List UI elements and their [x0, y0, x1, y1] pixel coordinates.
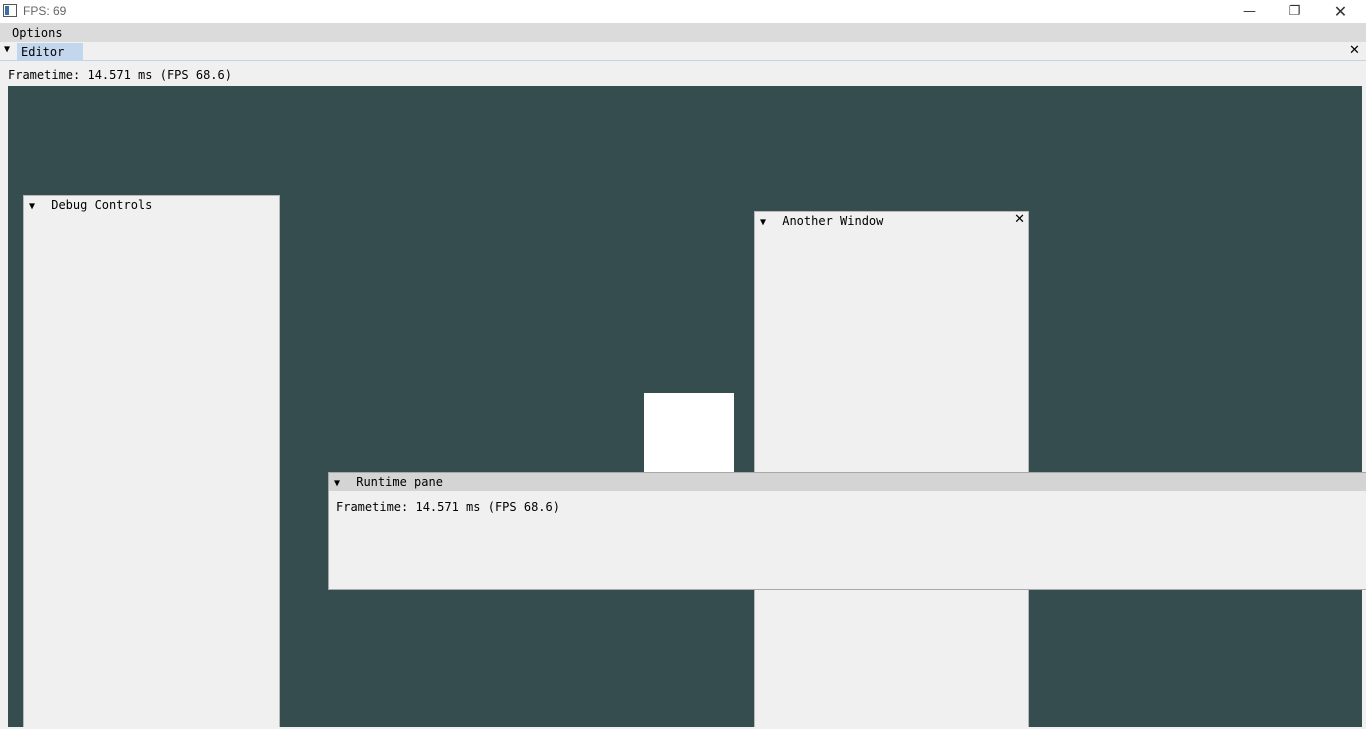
- frametime-readout: Frametime: 14.571 ms (FPS 68.6): [8, 68, 232, 82]
- debug-controls-titlebar[interactable]: ▼ Debug Controls: [24, 196, 279, 214]
- debug-controls-title: Debug Controls: [51, 198, 153, 212]
- tab-editor[interactable]: Editor: [17, 43, 83, 60]
- minimize-icon: —: [1243, 4, 1256, 19]
- maximize-button[interactable]: ❐: [1272, 0, 1317, 23]
- runtime-frametime-readout: Frametime: 14.571 ms (FPS 68.6): [336, 500, 560, 514]
- editor-tab-row: ▼ Editor ✕: [0, 42, 1366, 61]
- collapse-arrow-icon[interactable]: ▼: [29, 201, 41, 212]
- another-window-titlebar[interactable]: ▼ Another Window ✕: [755, 212, 1028, 230]
- another-window-close-icon[interactable]: ✕: [1014, 212, 1025, 227]
- window-title: FPS: 69: [23, 4, 67, 18]
- minimize-button[interactable]: —: [1227, 0, 1272, 23]
- scene-white-square: [644, 393, 734, 473]
- another-window[interactable]: ▼ Another Window ✕: [754, 211, 1029, 729]
- runtime-pane-titlebar[interactable]: ▼ Runtime pane: [329, 473, 1366, 491]
- tab-editor-label: Editor: [21, 45, 65, 59]
- collapse-arrow-icon[interactable]: ▼: [4, 44, 10, 55]
- debug-controls-window[interactable]: ▼ Debug Controls: [23, 195, 280, 729]
- restore-icon: ❐: [1288, 4, 1301, 19]
- another-window-title: Another Window: [782, 214, 884, 228]
- collapse-arrow-icon[interactable]: ▼: [760, 217, 772, 228]
- runtime-pane-window[interactable]: ▼ Runtime pane Frametime: 14.571 ms (FPS…: [328, 472, 1366, 590]
- collapse-arrow-icon[interactable]: ▼: [334, 478, 346, 489]
- close-icon: ✕: [1333, 2, 1348, 21]
- editor-close-button[interactable]: ✕: [1349, 43, 1360, 58]
- menubar: Options: [0, 23, 1366, 42]
- close-window-button[interactable]: ✕: [1318, 0, 1363, 23]
- app-icon: [3, 4, 17, 17]
- menu-options[interactable]: Options: [12, 26, 63, 40]
- runtime-pane-title: Runtime pane: [356, 475, 443, 489]
- os-titlebar[interactable]: FPS: 69 — ❐ ✕: [0, 0, 1366, 23]
